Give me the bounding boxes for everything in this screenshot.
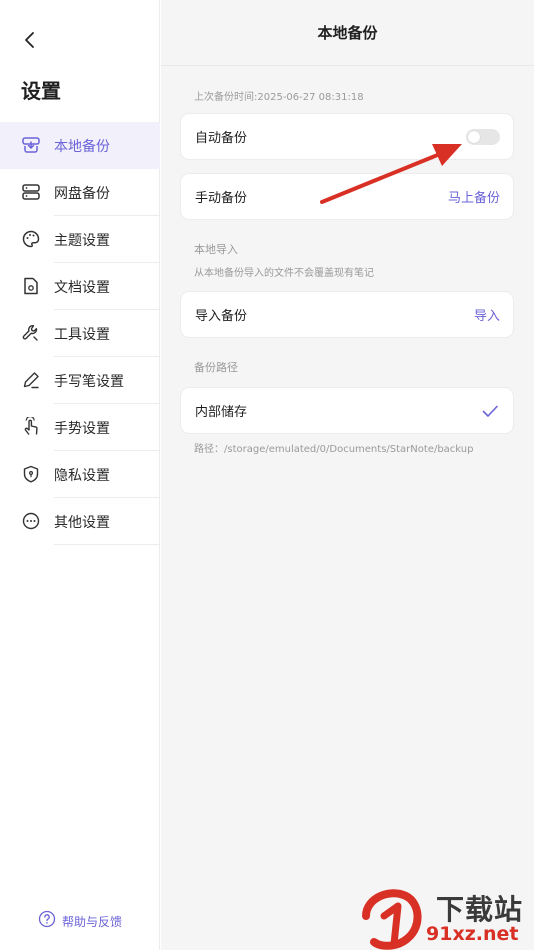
manual-backup-row: 手动备份 马上备份 [180, 173, 514, 220]
sidebar-item-label: 网盘备份 [54, 185, 110, 202]
checkmark-icon [481, 402, 499, 420]
internal-storage-row[interactable]: 内部储存 [180, 387, 514, 434]
page-title: 本地备份 [317, 24, 378, 42]
watermark-domain: 91xz.net [426, 923, 519, 945]
sidebar-item-label: 主题设置 [54, 232, 110, 249]
sidebar-item-privacy[interactable]: 隐私设置 [0, 451, 160, 498]
sidebar-item-theme[interactable]: 主题设置 [0, 216, 160, 263]
sidebar-item-label: 工具设置 [54, 326, 110, 343]
auto-backup-label: 自动备份 [195, 131, 248, 146]
pen-icon [21, 370, 41, 390]
settings-menu: 本地备份 网盘备份 主题设置 文档设置 工具设置 手写笔设置 手势设置 隐私设置… [0, 122, 160, 545]
backup-path-text: 路径：/storage/emulated/0/Documents/StarNot… [194, 444, 474, 455]
auto-backup-row: 自动备份 [180, 113, 514, 160]
sidebar-item-label: 手写笔设置 [54, 373, 124, 390]
backup-now-button[interactable]: 马上备份 [448, 187, 500, 206]
watermark-logo-icon [362, 889, 422, 950]
document-gear-icon [21, 276, 41, 296]
import-backup-label: 导入备份 [195, 309, 248, 324]
wrench-icon [21, 323, 41, 343]
help-feedback-link[interactable]: 帮助与反馈 [38, 910, 122, 932]
sidebar-item-stylus[interactable]: 手写笔设置 [0, 357, 160, 404]
toggle-knob [468, 131, 480, 143]
help-feedback-label: 帮助与反馈 [62, 914, 123, 929]
sidebar-item-label: 本地备份 [54, 138, 110, 155]
import-button[interactable]: 导入 [474, 305, 500, 324]
sidebar-item-local-backup[interactable]: 本地备份 [0, 122, 160, 169]
local-backup-panel: 本地备份 上次备份时间:2025-06-27 08:31:18 自动备份 手动备… [161, 0, 534, 950]
help-question-icon [38, 910, 56, 932]
shield-icon [21, 464, 41, 484]
settings-sidebar: 设置 本地备份 网盘备份 主题设置 文档设置 工具设置 手写笔设置 手势设置 隐… [0, 0, 160, 950]
palette-icon [21, 229, 41, 249]
local-import-note: 从本地备份导入的文件不会覆盖现有笔记 [194, 268, 374, 279]
sidebar-item-label: 隐私设置 [54, 467, 110, 484]
back-icon[interactable] [18, 28, 42, 52]
more-dots-icon [21, 511, 41, 531]
sidebar-item-gesture[interactable]: 手势设置 [0, 404, 160, 451]
sidebar-item-label: 其他设置 [54, 514, 110, 531]
hand-gesture-icon [21, 415, 41, 437]
sidebar-title: 设置 [21, 79, 61, 103]
local-backup-icon [21, 135, 41, 155]
sidebar-item-label: 手势设置 [54, 420, 110, 437]
sidebar-item-tools[interactable]: 工具设置 [0, 310, 160, 357]
internal-storage-label: 内部储存 [195, 405, 248, 420]
sidebar-item-other[interactable]: 其他设置 [0, 498, 160, 545]
local-import-heading: 本地导入 [194, 243, 238, 256]
import-backup-row: 导入备份 导入 [180, 291, 514, 338]
auto-backup-toggle[interactable] [466, 129, 500, 145]
site-watermark: 下载站 91xz.net [360, 886, 534, 950]
cloud-drive-icon [21, 182, 41, 202]
backup-path-heading: 备份路径 [194, 361, 238, 374]
sidebar-item-cloud-backup[interactable]: 网盘备份 [0, 169, 160, 216]
last-backup-time: 上次备份时间:2025-06-27 08:31:18 [194, 92, 364, 103]
watermark-title: 下载站 [436, 893, 524, 926]
sidebar-item-document[interactable]: 文档设置 [0, 263, 160, 310]
manual-backup-label: 手动备份 [195, 191, 248, 206]
panel-header: 本地备份 [161, 0, 534, 66]
sidebar-item-label: 文档设置 [54, 279, 110, 296]
